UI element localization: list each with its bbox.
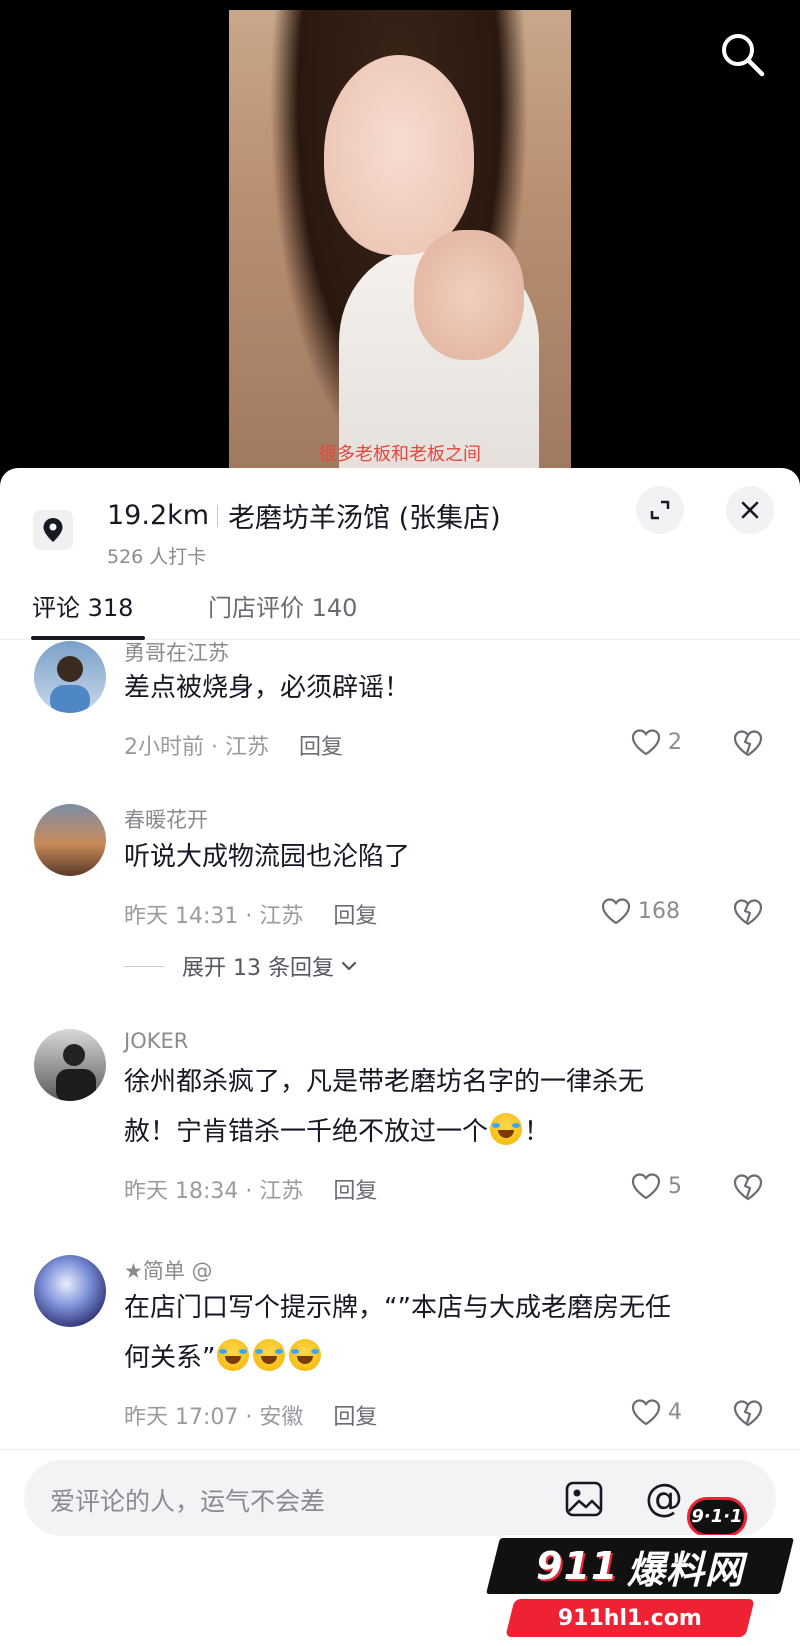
location-pin-icon bbox=[33, 510, 73, 550]
heart-icon bbox=[631, 729, 661, 756]
comment-username[interactable]: ★简单 @ bbox=[124, 1255, 213, 1285]
watermark-url-badge: 911hl1.com bbox=[505, 1599, 755, 1637]
heart-icon bbox=[601, 898, 631, 925]
laughing-emoji-icon bbox=[289, 1339, 322, 1371]
reply-button[interactable]: 回复 bbox=[333, 1179, 377, 1204]
comment-text: 听说大成物流园也沦陷了 bbox=[124, 842, 411, 872]
comment-text-line: 徐州都杀疯了，凡是带老磨坊名字的一律杀无 bbox=[124, 1067, 645, 1097]
watermark-url: 911hl1.com bbox=[558, 1605, 702, 1631]
watermark-logo: 9·1·1 911 爆料网 911hl1.com bbox=[482, 1497, 798, 1642]
like-button[interactable]: 5 bbox=[630, 1171, 682, 1201]
watermark-brand-text: 爆料网 bbox=[626, 1547, 744, 1592]
reply-button[interactable]: 回复 bbox=[299, 735, 343, 760]
tab-comments[interactable]: 评论 318 bbox=[32, 588, 133, 640]
shop-distance: 19.2km bbox=[107, 500, 210, 531]
comment-input-placeholder: 爱评论的人，运气不会差 bbox=[50, 1487, 326, 1516]
like-count: 4 bbox=[668, 1399, 682, 1425]
watermark-brand: 911 爆料网 bbox=[482, 1535, 798, 1597]
comment-meta: 2小时前 · 江苏 回复 bbox=[124, 729, 343, 761]
shop-header[interactable]: 19.2km 老磨坊羊汤馆 (张集店) 526 人打卡 bbox=[0, 468, 800, 588]
watermark-badge: 9·1·1 bbox=[687, 1497, 747, 1537]
broken-heart-icon bbox=[733, 1174, 763, 1201]
like-count: 168 bbox=[638, 898, 680, 924]
dislike-button[interactable] bbox=[731, 727, 765, 763]
like-count: 2 bbox=[668, 729, 682, 755]
comment-text-line: 在店门口写个提示牌，“”本店与大成老磨房无任 bbox=[124, 1293, 671, 1323]
shop-checkins: 526 人打卡 bbox=[107, 546, 207, 568]
dislike-button[interactable] bbox=[731, 896, 765, 932]
search-icon bbox=[722, 34, 765, 77]
video-player[interactable]: 很多老板和老板之间 bbox=[0, 0, 800, 470]
laughing-emoji-icon bbox=[253, 1339, 286, 1371]
like-count: 5 bbox=[668, 1173, 682, 1199]
comment-text-part: 赦！宁肯错杀一千绝不放过一个 bbox=[124, 1117, 489, 1147]
like-button[interactable]: 2 bbox=[630, 727, 682, 757]
close-button[interactable] bbox=[726, 486, 774, 534]
comment-text-part: ！ bbox=[524, 1117, 551, 1147]
video-subtitle: 很多老板和老板之间 bbox=[319, 444, 481, 465]
comment-time-location: 2小时前 · 江苏 bbox=[124, 735, 269, 760]
comment-text-line: 何关系” bbox=[124, 1333, 734, 1383]
comment-time-location: 昨天 14:31 · 江苏 bbox=[124, 904, 304, 929]
search-button[interactable] bbox=[716, 28, 770, 82]
like-button[interactable]: 168 bbox=[600, 896, 680, 926]
watermark-brand-number: 911 bbox=[536, 1544, 619, 1588]
laughing-emoji-icon bbox=[490, 1113, 523, 1145]
comment-item: 春暖花开 听说大成物流园也沦陷了 昨天 14:31 · 江苏 回复 168 展开 … bbox=[0, 804, 800, 1004]
heart-icon bbox=[631, 1173, 661, 1200]
shop-title-line: 19.2km 老磨坊羊汤馆 (张集店) bbox=[107, 496, 501, 535]
broken-heart-icon bbox=[733, 899, 763, 926]
comment-text: 差点被烧身，必须辟谣！ bbox=[124, 673, 411, 703]
comment-meta: 昨天 14:31 · 江苏 回复 bbox=[124, 898, 377, 930]
video-frame[interactable]: 很多老板和老板之间 bbox=[229, 10, 571, 470]
tab-store-reviews[interactable]: 门店评价 140 bbox=[208, 588, 357, 640]
expand-icon bbox=[650, 500, 670, 520]
chevron-down-icon bbox=[341, 961, 357, 971]
avatar[interactable] bbox=[34, 1255, 106, 1327]
comment-text: 徐州都杀疯了，凡是带老磨坊名字的一律杀无 赦！宁肯错杀一千绝不放过一个 ！ bbox=[124, 1057, 734, 1157]
dislike-button[interactable] bbox=[731, 1171, 765, 1207]
comment-time-location: 昨天 17:07 · 安徽 bbox=[124, 1405, 304, 1430]
divider bbox=[124, 965, 164, 967]
avatar[interactable] bbox=[34, 641, 106, 713]
laughing-emoji-icon bbox=[217, 1339, 250, 1371]
broken-heart-icon bbox=[733, 730, 763, 757]
divider bbox=[217, 504, 219, 527]
expand-replies-button[interactable]: 展开 13 条回复 bbox=[124, 950, 360, 982]
comment-list[interactable]: 勇哥在江苏 差点被烧身，必须辟谣！ 2小时前 · 江苏 回复 2 春暖花开 听说大… bbox=[0, 641, 800, 1449]
close-icon bbox=[741, 501, 759, 519]
dislike-button[interactable] bbox=[731, 1397, 765, 1433]
comment-item: 勇哥在江苏 差点被烧身，必须辟谣！ 2小时前 · 江苏 回复 2 bbox=[0, 641, 800, 777]
comment-text: 在店门口写个提示牌，“”本店与大成老磨房无任 何关系” bbox=[124, 1283, 734, 1383]
tab-active-indicator bbox=[31, 636, 145, 640]
video-image-face bbox=[324, 55, 474, 255]
comment-item: ★简单 @ 在店门口写个提示牌，“”本店与大成老磨房无任 何关系” 昨天 17:… bbox=[0, 1255, 800, 1449]
comment-time-location: 昨天 18:34 · 江苏 bbox=[124, 1179, 304, 1204]
comment-username[interactable]: 春暖花开 bbox=[124, 804, 208, 834]
comment-meta: 昨天 18:34 · 江苏 回复 bbox=[124, 1173, 377, 1205]
avatar[interactable] bbox=[34, 1029, 106, 1101]
like-button[interactable]: 4 bbox=[630, 1397, 682, 1427]
reply-button[interactable]: 回复 bbox=[333, 1405, 377, 1430]
reply-button[interactable]: 回复 bbox=[333, 904, 377, 929]
comment-sheet: 19.2km 老磨坊羊汤馆 (张集店) 526 人打卡 评论 318 门店评价 … bbox=[0, 468, 800, 1646]
avatar[interactable] bbox=[34, 804, 106, 876]
comment-meta: 昨天 17:07 · 安徽 回复 bbox=[124, 1399, 377, 1431]
comment-item: JOKER 徐州都杀疯了，凡是带老磨坊名字的一律杀无 赦！宁肯错杀一千绝不放过一… bbox=[0, 1029, 800, 1239]
comment-text-part: 何关系” bbox=[124, 1343, 216, 1373]
expand-replies-label: 展开 13 条回复 bbox=[182, 956, 334, 981]
comment-text-line: 赦！宁肯错杀一千绝不放过一个 ！ bbox=[124, 1107, 734, 1157]
comment-username[interactable]: JOKER bbox=[124, 1029, 188, 1053]
shop-name[interactable]: 老磨坊羊汤馆 (张集店) bbox=[228, 496, 501, 535]
heart-icon bbox=[631, 1399, 661, 1426]
expand-button[interactable] bbox=[636, 486, 684, 534]
tab-bar: 评论 318 门店评价 140 bbox=[0, 588, 800, 640]
broken-heart-icon bbox=[733, 1400, 763, 1427]
video-image-hand bbox=[414, 230, 524, 360]
